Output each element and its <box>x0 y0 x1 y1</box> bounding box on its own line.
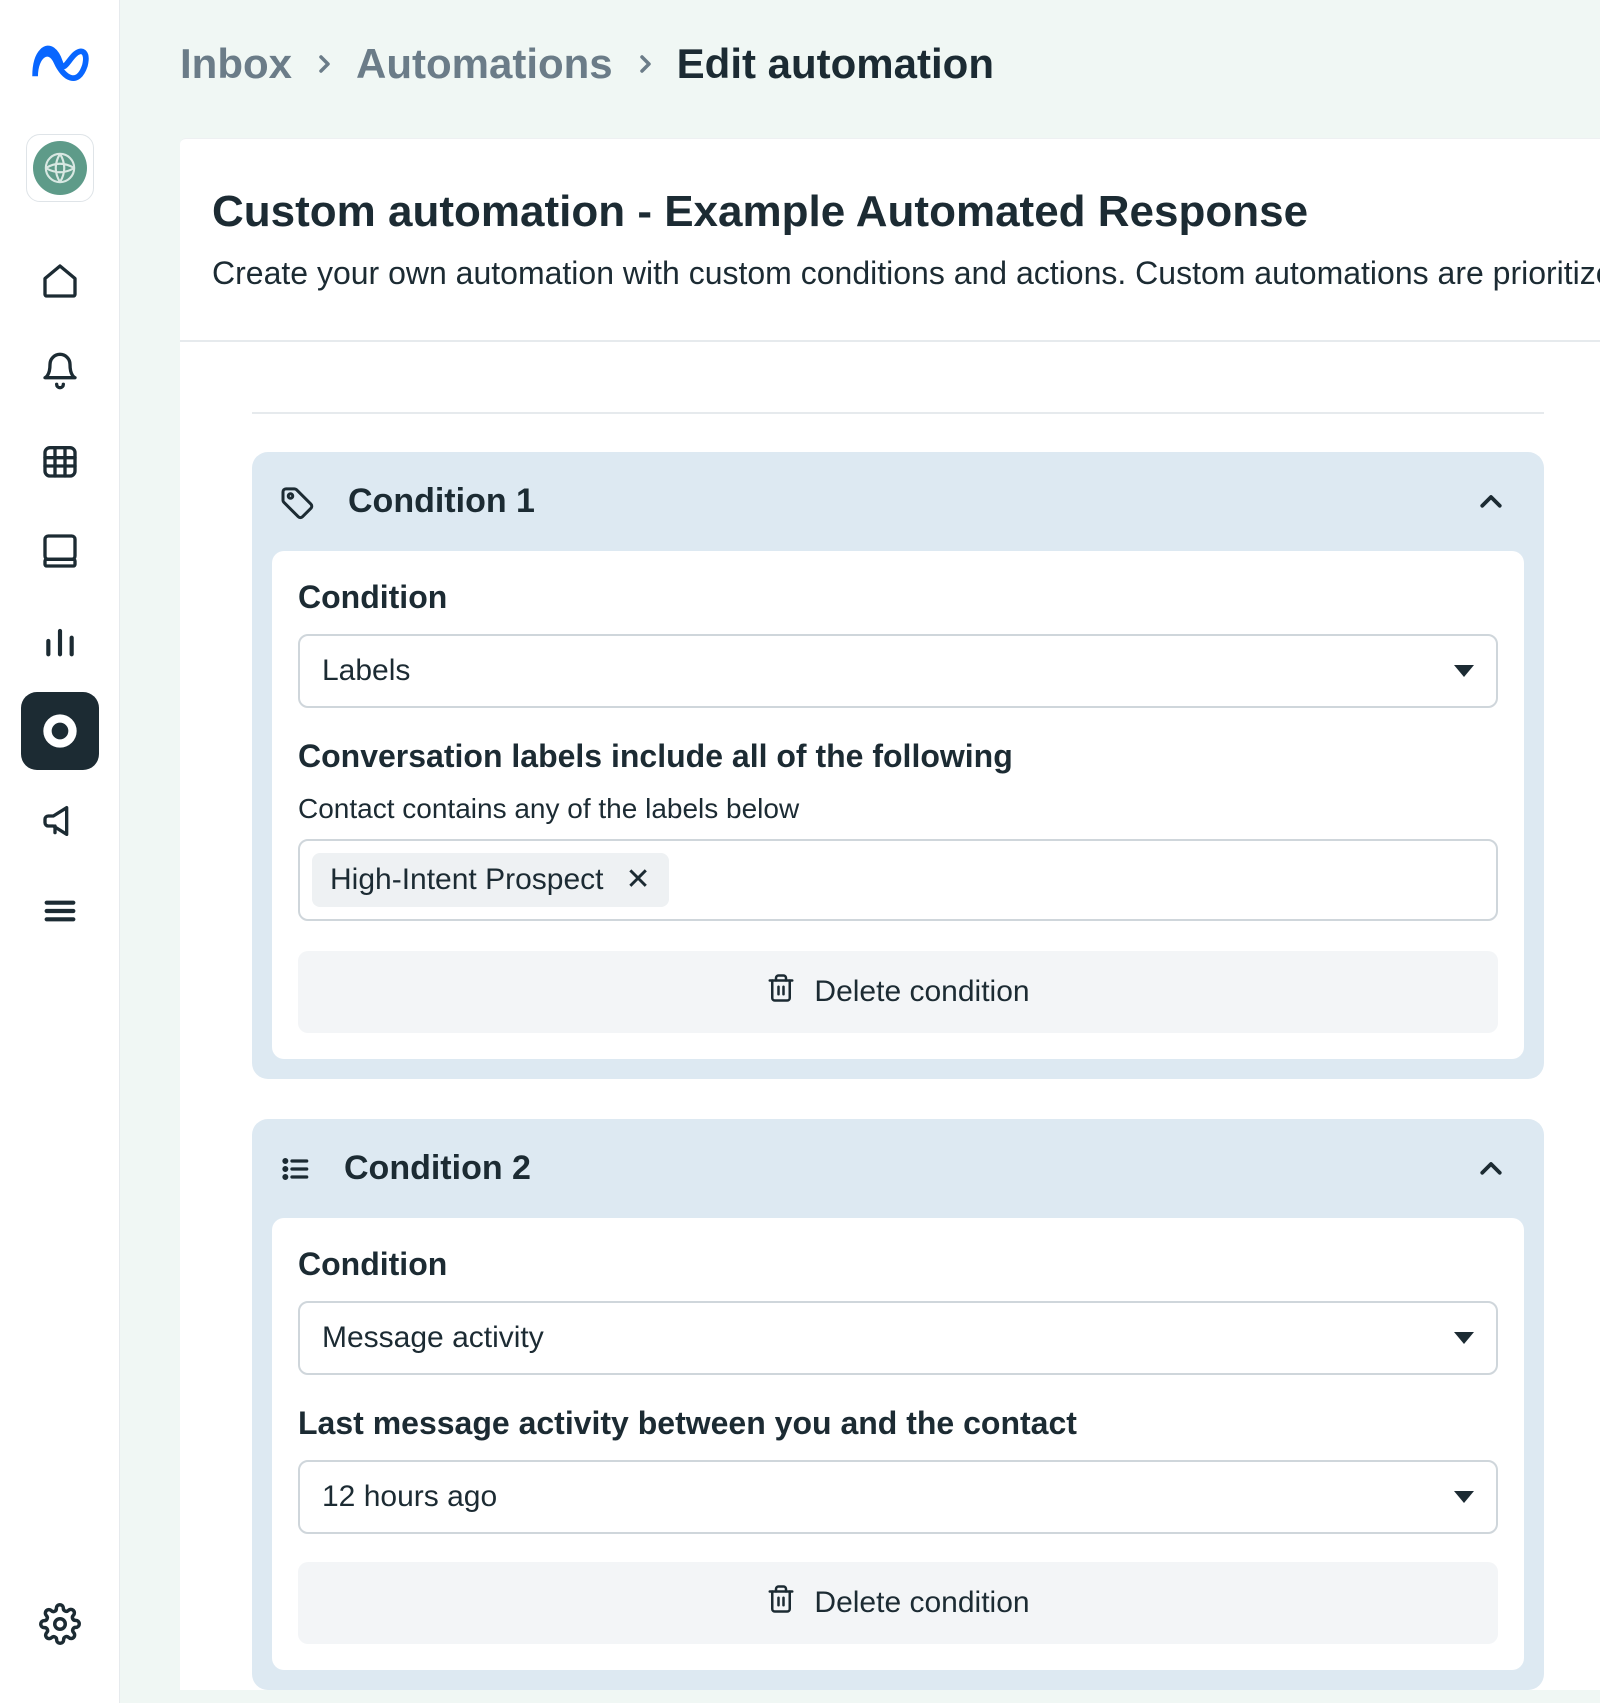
nav-cards[interactable] <box>21 512 99 590</box>
condition-title: Condition 1 <box>348 482 1476 521</box>
condition-panel-1: Condition 1 Condition Labels Conversatio… <box>252 452 1544 1079</box>
condition-field-label: Condition <box>298 579 1498 616</box>
content-card: Custom automation - Example Automated Re… <box>180 138 1600 1690</box>
condition-type-select[interactable]: Labels <box>298 634 1498 708</box>
main-area: Inbox Automations Edit automation Custom… <box>120 0 1600 1703</box>
delete-label: Delete condition <box>814 975 1029 1009</box>
trash-icon <box>766 1584 796 1622</box>
breadcrumb-inbox[interactable]: Inbox <box>180 40 292 88</box>
rule-label: Last message activity between you and th… <box>298 1405 1498 1442</box>
breadcrumb-current: Edit automation <box>677 40 994 88</box>
condition-field-label: Condition <box>298 1246 1498 1283</box>
list-icon <box>280 1153 312 1185</box>
caret-down-icon <box>1454 1491 1474 1503</box>
page-description: Create your own automation with custom c… <box>180 255 1600 292</box>
chevron-up-icon[interactable] <box>1476 1154 1506 1184</box>
select-value: Labels <box>322 654 410 688</box>
condition-header[interactable]: Condition 2 <box>272 1119 1524 1218</box>
nav-notifications[interactable] <box>21 332 99 410</box>
condition-body: Condition Labels Conversation labels inc… <box>272 551 1524 1059</box>
delete-condition-button[interactable]: Delete condition <box>298 951 1498 1033</box>
page-title: Custom automation - Example Automated Re… <box>180 187 1600 237</box>
labels-input[interactable]: High-Intent Prospect ✕ <box>298 839 1498 921</box>
nav-insights[interactable] <box>21 602 99 680</box>
profile-badge[interactable] <box>26 134 94 202</box>
tag-icon <box>280 484 316 520</box>
select-value: 12 hours ago <box>322 1480 497 1514</box>
nav-calendar[interactable] <box>21 422 99 500</box>
chevron-up-icon[interactable] <box>1476 487 1506 517</box>
trash-icon <box>766 973 796 1011</box>
divider <box>180 340 1600 342</box>
delete-label: Delete condition <box>814 1586 1029 1620</box>
time-select[interactable]: 12 hours ago <box>298 1460 1498 1534</box>
condition-title: Condition 2 <box>344 1149 1476 1188</box>
nav-settings[interactable] <box>21 1585 99 1663</box>
condition-panel-2: Condition 2 Condition Message activity L… <box>252 1119 1544 1690</box>
caret-down-icon <box>1454 1332 1474 1344</box>
nav-announcements[interactable] <box>21 782 99 860</box>
nav-home[interactable] <box>21 242 99 320</box>
divider <box>252 412 1544 414</box>
chevron-right-icon <box>633 52 657 76</box>
chip-text: High-Intent Prospect <box>330 863 603 897</box>
rule-sublabel: Contact contains any of the labels below <box>298 793 1498 825</box>
remove-chip-icon[interactable]: ✕ <box>625 865 650 895</box>
rule-label: Conversation labels include all of the f… <box>298 738 1498 775</box>
breadcrumb: Inbox Automations Edit automation <box>120 40 1600 88</box>
meta-logo <box>28 40 92 84</box>
nav-menu[interactable] <box>21 872 99 950</box>
condition-type-select[interactable]: Message activity <box>298 1301 1498 1375</box>
label-chip: High-Intent Prospect ✕ <box>312 853 669 907</box>
condition-header[interactable]: Condition 1 <box>272 452 1524 551</box>
select-value: Message activity <box>322 1321 544 1355</box>
caret-down-icon <box>1454 665 1474 677</box>
breadcrumb-automations[interactable]: Automations <box>356 40 613 88</box>
chevron-right-icon <box>312 52 336 76</box>
nav-inbox[interactable] <box>21 692 99 770</box>
condition-body: Condition Message activity Last message … <box>272 1218 1524 1670</box>
delete-condition-button[interactable]: Delete condition <box>298 1562 1498 1644</box>
sidebar <box>0 0 120 1703</box>
